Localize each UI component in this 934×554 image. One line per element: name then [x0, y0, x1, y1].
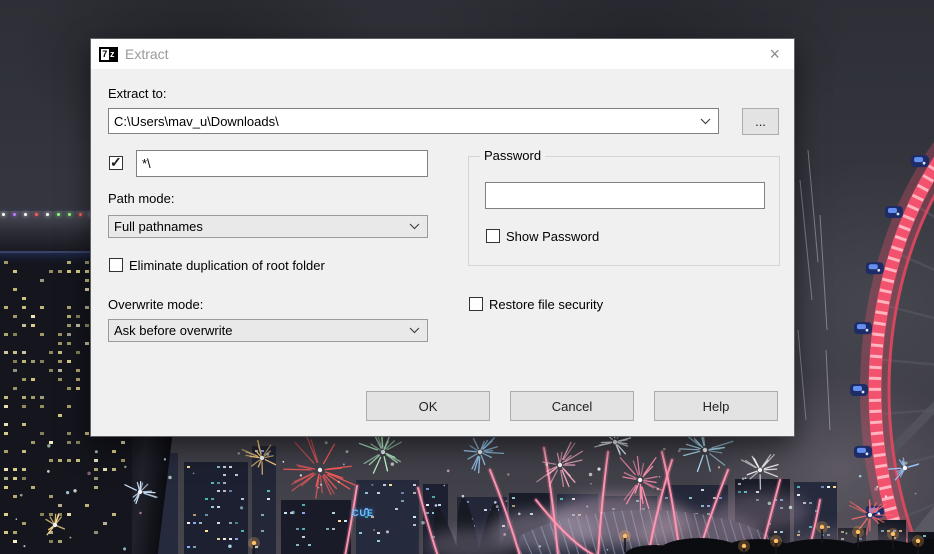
restore-file-security-checkbox[interactable]: ✓: [469, 297, 483, 311]
overwrite-mode-dropdown[interactable]: Ask before overwrite: [108, 319, 428, 342]
wildcard-input[interactable]: [136, 150, 428, 177]
ok-button[interactable]: OK: [366, 391, 490, 421]
help-button[interactable]: Help: [654, 391, 778, 421]
overwrite-mode-label: Overwrite mode:: [108, 297, 203, 312]
password-group-label: Password: [480, 148, 545, 163]
dialog-title: Extract: [125, 46, 169, 62]
restore-file-security-label: Restore file security: [489, 297, 603, 312]
eliminate-duplication-label: Eliminate duplication of root folder: [129, 258, 325, 273]
neon-sign: CUE: [352, 508, 374, 518]
extract-dialog: 7 z Extract × Extract to: C:\Users\mav_u…: [90, 38, 795, 437]
chevron-down-icon[interactable]: [409, 223, 420, 230]
show-password-checkbox[interactable]: ✓: [486, 229, 500, 243]
overwrite-mode-value: Ask before overwrite: [114, 323, 409, 338]
extract-path-value: C:\Users\mav_u\Downloads\: [114, 114, 700, 129]
show-password-label: Show Password: [506, 229, 599, 244]
path-mode-value: Full pathnames: [114, 219, 409, 234]
close-icon[interactable]: ×: [769, 43, 780, 65]
browse-button[interactable]: ...: [742, 108, 779, 135]
path-mode-dropdown[interactable]: Full pathnames: [108, 215, 428, 238]
eliminate-duplication-checkbox[interactable]: ✓: [109, 258, 123, 272]
cancel-button[interactable]: Cancel: [510, 391, 634, 421]
extract-to-label: Extract to:: [108, 86, 167, 101]
chevron-down-icon[interactable]: [700, 118, 711, 125]
dialog-titlebar[interactable]: 7 z Extract ×: [91, 39, 794, 69]
7zip-app-icon: 7 z: [99, 47, 118, 62]
password-group: Password ✓ Show Password: [468, 156, 780, 266]
password-input[interactable]: [485, 182, 765, 209]
wildcard-checkbox[interactable]: ✓: [109, 156, 123, 170]
extract-path-combobox[interactable]: C:\Users\mav_u\Downloads\: [108, 108, 719, 134]
chevron-down-icon[interactable]: [409, 327, 420, 334]
path-mode-label: Path mode:: [108, 191, 175, 206]
